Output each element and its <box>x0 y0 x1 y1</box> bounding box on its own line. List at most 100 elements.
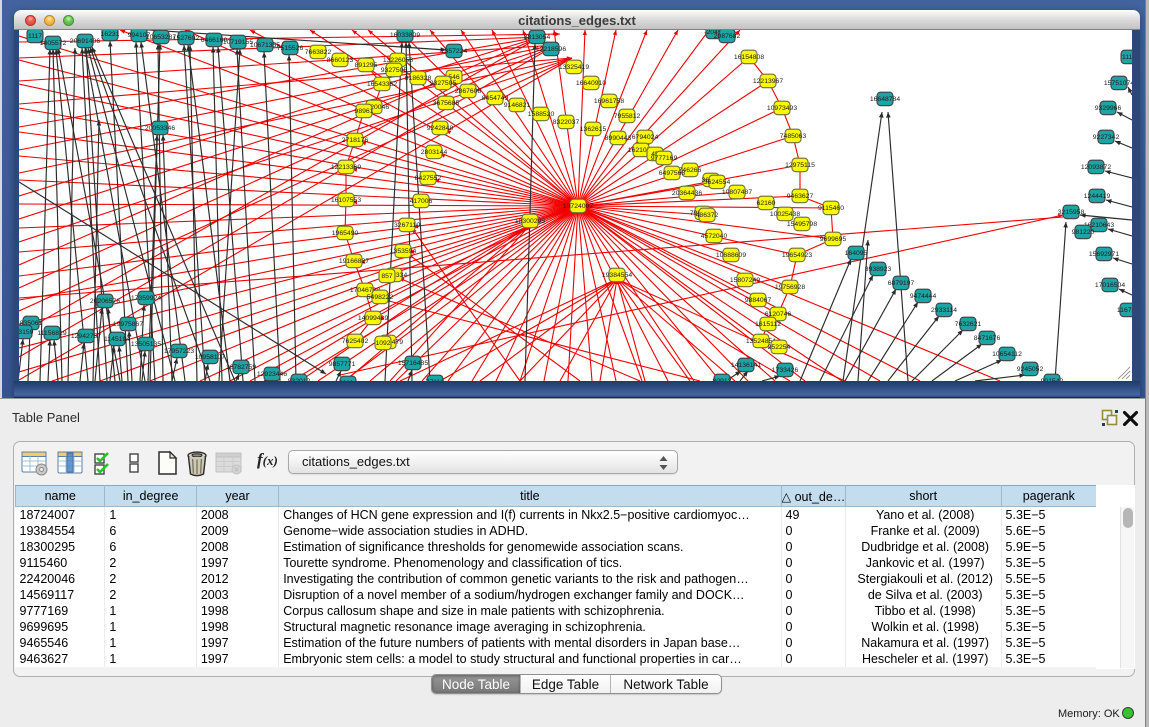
svg-text:17016504: 17016504 <box>1095 282 1125 289</box>
svg-text:1733426: 1733426 <box>772 367 799 374</box>
svg-text:1362615: 1362615 <box>580 126 607 133</box>
svg-text:2867608: 2867608 <box>455 88 482 95</box>
svg-text:9242848: 9242848 <box>427 125 454 132</box>
svg-text:3675685: 3675685 <box>433 100 460 107</box>
svg-text:10654112: 10654112 <box>992 351 1022 358</box>
svg-text:13325419: 13325419 <box>559 64 589 71</box>
svg-text:6497568: 6497568 <box>659 170 686 177</box>
svg-text:20053346: 20053346 <box>145 125 175 132</box>
svg-text:4572040: 4572040 <box>701 233 728 240</box>
svg-text:15692971: 15692971 <box>1089 251 1119 258</box>
svg-text:16648784: 16648784 <box>870 96 900 103</box>
svg-text:9329966: 9329966 <box>1095 105 1122 112</box>
svg-text:16543362: 16543362 <box>367 81 397 88</box>
svg-text:62160: 62160 <box>757 200 776 207</box>
svg-text:19166827: 19166827 <box>339 258 369 265</box>
svg-text:12218596: 12218596 <box>536 46 566 53</box>
svg-text:1965490: 1965490 <box>332 230 359 237</box>
svg-text:9474444: 9474444 <box>910 293 937 300</box>
svg-text:1112: 1112 <box>1122 54 1132 61</box>
svg-text:3267110: 3267110 <box>394 222 420 229</box>
svg-text:13505135: 13505135 <box>131 341 161 348</box>
svg-text:164095: 164095 <box>845 250 868 257</box>
svg-text:116753: 116753 <box>1117 307 1132 314</box>
svg-text:981220: 981220 <box>1072 229 1095 236</box>
svg-text:1117: 1117 <box>28 33 42 40</box>
svg-text:10973493: 10973493 <box>767 105 797 112</box>
svg-text:10807487: 10807487 <box>722 189 752 196</box>
svg-text:80913: 80913 <box>713 378 732 381</box>
svg-text:12942757: 12942757 <box>71 333 101 340</box>
svg-text:6794024: 6794024 <box>632 134 659 141</box>
svg-text:1353594: 1353594 <box>390 248 417 255</box>
svg-text:5498222: 5498222 <box>367 294 394 301</box>
svg-text:1405572: 1405572 <box>40 40 67 47</box>
svg-text:857: 857 <box>381 273 393 280</box>
svg-text:20206576: 20206576 <box>90 298 120 305</box>
svg-text:1092: 1092 <box>375 340 390 347</box>
svg-text:8427552: 8427552 <box>415 175 442 182</box>
svg-text:8938923: 8938923 <box>865 266 892 273</box>
svg-text:3624554: 3624554 <box>704 179 731 186</box>
svg-text:12975115: 12975115 <box>785 162 815 169</box>
svg-text:16107553: 16107553 <box>331 197 361 204</box>
svg-text:19384554: 19384554 <box>602 272 632 279</box>
svg-text:18724007: 18724007 <box>563 203 593 210</box>
svg-text:9327505: 9327505 <box>381 67 408 74</box>
svg-text:18300295: 18300295 <box>515 218 545 225</box>
svg-text:10653287: 10653287 <box>146 34 176 41</box>
svg-text:19756928: 19756928 <box>775 284 805 291</box>
svg-text:2718176: 2718176 <box>342 137 369 144</box>
svg-text:7515526: 7515526 <box>277 45 304 52</box>
svg-text:9884067: 9884067 <box>745 297 772 304</box>
svg-text:17359924: 17359924 <box>131 295 161 302</box>
svg-text:8322037: 8322037 <box>553 119 580 126</box>
svg-text:77110: 77110 <box>426 379 445 381</box>
svg-text:9857771: 9857771 <box>329 361 356 368</box>
svg-text:8186328: 8186328 <box>405 75 432 82</box>
svg-text:2803144: 2803144 <box>421 149 448 156</box>
svg-text:3215958: 3215958 <box>1058 209 1085 216</box>
svg-text:15807249: 15807249 <box>730 277 760 284</box>
svg-text:16782759: 16782759 <box>226 364 256 371</box>
svg-text:901542: 901542 <box>1041 378 1064 381</box>
svg-text:9146821: 9146821 <box>504 102 531 109</box>
svg-text:891295: 891295 <box>355 62 378 69</box>
svg-text:20364436: 20364436 <box>672 190 702 197</box>
svg-text:8454749: 8454749 <box>482 95 509 102</box>
svg-text:9699695: 9699695 <box>820 236 847 243</box>
svg-text:832012: 832012 <box>288 378 311 381</box>
svg-text:12213967: 12213967 <box>753 78 783 85</box>
svg-text:7485063: 7485063 <box>780 133 807 140</box>
svg-text:7625402: 7625402 <box>342 338 369 345</box>
svg-text:9463627: 9463627 <box>787 193 814 200</box>
svg-text:98961: 98961 <box>355 108 374 115</box>
svg-text:12923446: 12923446 <box>257 371 287 378</box>
svg-text:8471676: 8471676 <box>974 335 1001 342</box>
svg-text:19975867: 19975867 <box>113 321 143 328</box>
svg-text:7632621: 7632621 <box>955 321 982 328</box>
svg-text:10719155: 10719155 <box>223 39 253 46</box>
svg-text:93159: 93159 <box>19 329 34 336</box>
svg-text:15716485: 15716485 <box>398 360 428 367</box>
svg-text:20691406: 20691406 <box>70 38 100 45</box>
svg-text:14099489: 14099489 <box>358 315 388 322</box>
svg-text:16154808: 16154808 <box>734 54 764 61</box>
svg-text:1527602: 1527602 <box>173 35 200 42</box>
svg-text:15751074: 15751074 <box>1104 80 1132 87</box>
svg-text:1244419: 1244419 <box>1084 193 1111 200</box>
svg-text:15495798: 15495798 <box>787 221 817 228</box>
svg-text:90114: 90114 <box>339 380 358 381</box>
svg-text:16231: 16231 <box>101 31 120 38</box>
svg-text:8990443: 8990443 <box>605 135 632 142</box>
svg-text:17957223: 17957223 <box>164 348 194 355</box>
svg-text:2933114: 2933114 <box>931 307 957 314</box>
svg-text:6879197: 6879197 <box>888 280 915 287</box>
svg-text:486372: 486372 <box>696 212 719 219</box>
svg-text:7663822: 7663822 <box>305 49 332 56</box>
svg-text:10688609: 10688609 <box>716 252 746 259</box>
svg-text:10958107: 10958107 <box>195 354 225 361</box>
svg-text:12213369: 12213369 <box>331 164 361 171</box>
svg-text:1588520: 1588520 <box>528 111 555 118</box>
svg-text:417006: 417006 <box>410 198 433 205</box>
